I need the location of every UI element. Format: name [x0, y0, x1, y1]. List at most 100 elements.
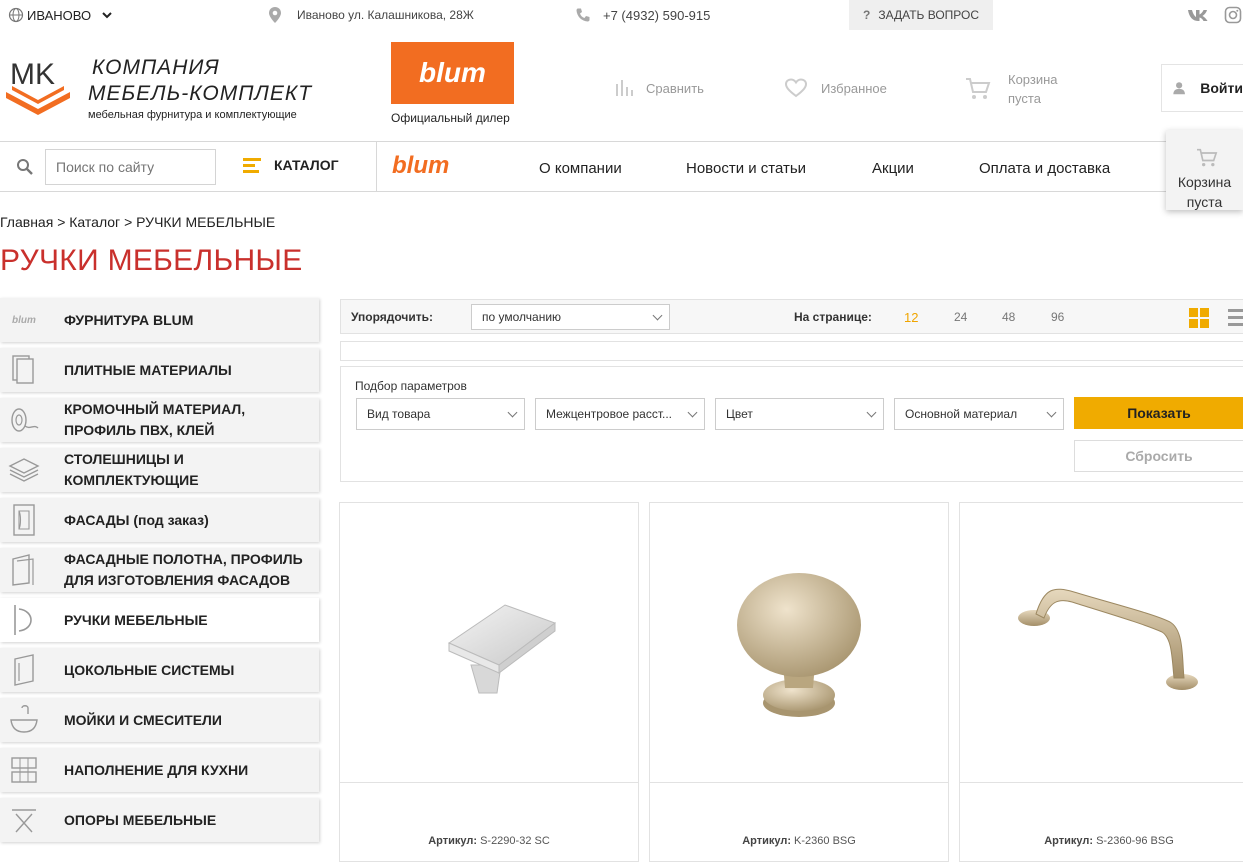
breadcrumb-catalog[interactable]: Каталог: [69, 214, 120, 230]
login-button[interactable]: Войти: [1161, 64, 1243, 112]
category-sidebar: blum ФУРНИТУРА BLUM ПЛИТНЫЕ МАТЕРИАЛЫ КР…: [0, 298, 322, 848]
filter-center-distance[interactable]: Межцентровое расст...: [535, 398, 705, 430]
top-bar: ИВАНОВО Иваново ул. Калашникова, 28Ж +7 …: [0, 0, 1243, 32]
sort-label: Упорядочить:: [351, 310, 434, 324]
sidebar-item-label: ФУРНИТУРА BLUM: [64, 311, 194, 328]
vk-link[interactable]: [1187, 0, 1211, 30]
filter-color[interactable]: Цвет: [715, 398, 884, 430]
sidebar-item-handles[interactable]: РУЧКИ МЕБЕЛЬНЫЕ: [0, 598, 319, 642]
floating-cart-line1: Корзина: [1177, 174, 1232, 190]
list-view-icon[interactable]: [1228, 308, 1243, 328]
search-input[interactable]: [45, 149, 216, 185]
per-page-96[interactable]: 96: [1051, 310, 1064, 324]
phone[interactable]: +7 (4932) 590-915: [575, 0, 710, 30]
product-card[interactable]: Артикул: S-2360-96 BSG: [959, 502, 1243, 862]
breadcrumb: Главная > Каталог > РУЧКИ МЕБЕЛЬНЫЕ: [0, 214, 275, 230]
compare-label: Сравнить: [646, 80, 704, 96]
per-page-12[interactable]: 12: [904, 310, 918, 325]
cart-label-line1: Корзина: [1008, 72, 1058, 87]
sidebar-item-panels[interactable]: ПЛИТНЫЕ МАТЕРИАЛЫ: [0, 348, 319, 392]
nav-payment-delivery[interactable]: Оплата и доставка: [979, 160, 1110, 177]
reset-button[interactable]: Сбросить: [1074, 440, 1243, 472]
sidebar-item-edge[interactable]: КРОМОЧНЫЙ МАТЕРИАЛ, ПРОФИЛЬ ПВХ, КЛЕЙ: [0, 398, 319, 442]
sidebar-item-plinth[interactable]: ЦОКОЛЬНЫЕ СИСТЕМЫ: [0, 648, 319, 692]
phone-icon: [576, 8, 590, 22]
nav-about[interactable]: О компании: [539, 160, 622, 177]
chevron-down-icon: [507, 407, 518, 418]
floating-cart-line2: пуста: [1186, 194, 1223, 210]
nav-news[interactable]: Новости и статьи: [686, 160, 806, 177]
sidebar-item-kitchen[interactable]: НАПОЛНЕНИЕ ДЛЯ КУХНИ: [0, 748, 319, 792]
product-image[interactable]: [650, 503, 948, 783]
header: MK КОМПАНИЯ МЕБЕЛЬ-КОМПЛЕКТ мебельная фу…: [0, 32, 1243, 142]
grid-view-icon[interactable]: [1189, 308, 1209, 328]
cart-link[interactable]: Корзина пуста: [965, 70, 1058, 108]
breadcrumb-separator: >: [57, 214, 66, 230]
catalog-label: КАТАЛОГ: [274, 157, 339, 173]
breadcrumb-home[interactable]: Главная: [0, 214, 53, 230]
sidebar-item-legs[interactable]: ОПОРЫ МЕБЕЛЬНЫЕ: [0, 798, 319, 842]
filter-material-value: Основной материал: [905, 407, 1018, 421]
favorites-link[interactable]: Избранное: [784, 78, 887, 98]
product-sku: S-2360-96 BSG: [1096, 835, 1174, 847]
per-page-24[interactable]: 24: [954, 310, 967, 324]
sort-bar: Упорядочить: по умолчанию На странице: 1…: [340, 299, 1243, 334]
filter-material[interactable]: Основной материал: [894, 398, 1064, 430]
sidebar-item-label-2: ДЛЯ ИЗГОТОВЛЕНИЯ ФАСАДОВ: [64, 572, 291, 588]
plinth-icon: [6, 652, 42, 688]
product-card[interactable]: Артикул: S-2290-32 SC: [339, 502, 639, 862]
filter-product-type[interactable]: Вид товара: [356, 398, 525, 430]
floating-cart[interactable]: Корзина пуста: [1166, 130, 1243, 210]
nav-divider: [376, 142, 377, 192]
blum-logo[interactable]: blum: [391, 42, 514, 104]
active-filters-strip: [340, 341, 1243, 361]
per-page-48[interactable]: 48: [1002, 310, 1015, 324]
blum-logo-text: blum: [419, 57, 486, 88]
product-image[interactable]: [340, 503, 638, 783]
nav-blum-link[interactable]: blum: [392, 152, 449, 180]
product-sku-label: Артикул:: [742, 835, 791, 847]
company-logo[interactable]: MK: [4, 54, 76, 120]
sidebar-item-countertops[interactable]: СТОЛЕШНИЦЫ И КОМПЛЕКТУЮЩИЕ: [0, 448, 319, 492]
handle-icon: [6, 602, 42, 638]
sidebar-item-label-2: КОМПЛЕКТУЮЩИЕ: [64, 472, 199, 488]
sidebar-item-facade-panels[interactable]: ФАСАДНЫЕ ПОЛОТНА, ПРОФИЛЬ ДЛЯ ИЗГОТОВЛЕНИ…: [0, 548, 319, 592]
vk-icon: [1188, 10, 1208, 21]
nav-promotions[interactable]: Акции: [872, 160, 914, 177]
countertop-icon: [6, 452, 42, 488]
filter-title: Подбор параметров: [355, 379, 467, 393]
sidebar-item-facades[interactable]: ФАСАДЫ (под заказ): [0, 498, 319, 542]
chevron-down-icon: [866, 407, 877, 418]
sidebar-item-label: КРОМОЧНЫЙ МАТЕРИАЛ,: [64, 401, 246, 417]
cart-label-line2: пуста: [1008, 91, 1041, 106]
sidebar-item-label: СТОЛЕШНИЦЫ И: [64, 451, 184, 467]
product-sku: K-2360 BSG: [794, 835, 856, 847]
sidebar-item-label: НАПОЛНЕНИЕ ДЛЯ КУХНИ: [64, 761, 249, 778]
filter-center-distance-value: Межцентровое расст...: [546, 407, 673, 421]
instagram-icon: [1224, 6, 1242, 24]
show-button[interactable]: Показать: [1074, 397, 1243, 429]
facade-icon: [6, 502, 42, 538]
catalog-button[interactable]: КАТАЛОГ: [243, 157, 339, 173]
ask-question-button[interactable]: ? ЗАДАТЬ ВОПРОС: [849, 0, 994, 30]
svg-text:MK: MK: [10, 58, 55, 91]
official-dealer-label: Официальный дилер: [391, 111, 510, 125]
product-card[interactable]: Артикул: K-2360 BSG: [649, 502, 949, 862]
sidebar-item-blum[interactable]: blum ФУРНИТУРА BLUM: [0, 298, 319, 342]
basket-icon: [6, 752, 42, 788]
city-selector[interactable]: ИВАНОВО: [8, 0, 113, 30]
sidebar-item-sinks[interactable]: МОЙКИ И СМЕСИТЕЛИ: [0, 698, 319, 742]
globe-icon: [8, 7, 24, 23]
search-icon[interactable]: [16, 158, 34, 176]
sidebar-item-label: ОПОРЫ МЕБЕЛЬНЫЕ: [64, 811, 217, 828]
product-sku-label: Артикул:: [1044, 835, 1094, 847]
bow-handle-image: [1018, 588, 1198, 690]
sidebar-item-label: ФАСАДЫ (под заказ): [64, 511, 209, 528]
panels-icon: [6, 352, 42, 388]
breadcrumb-current: РУЧКИ МЕБЕЛЬНЫЕ: [136, 214, 276, 230]
product-image[interactable]: [960, 503, 1243, 783]
compare-link[interactable]: Сравнить: [614, 78, 704, 98]
sort-select[interactable]: по умолчанию: [471, 304, 670, 330]
facade-panel-icon: [6, 552, 42, 588]
instagram-link[interactable]: [1224, 0, 1242, 30]
